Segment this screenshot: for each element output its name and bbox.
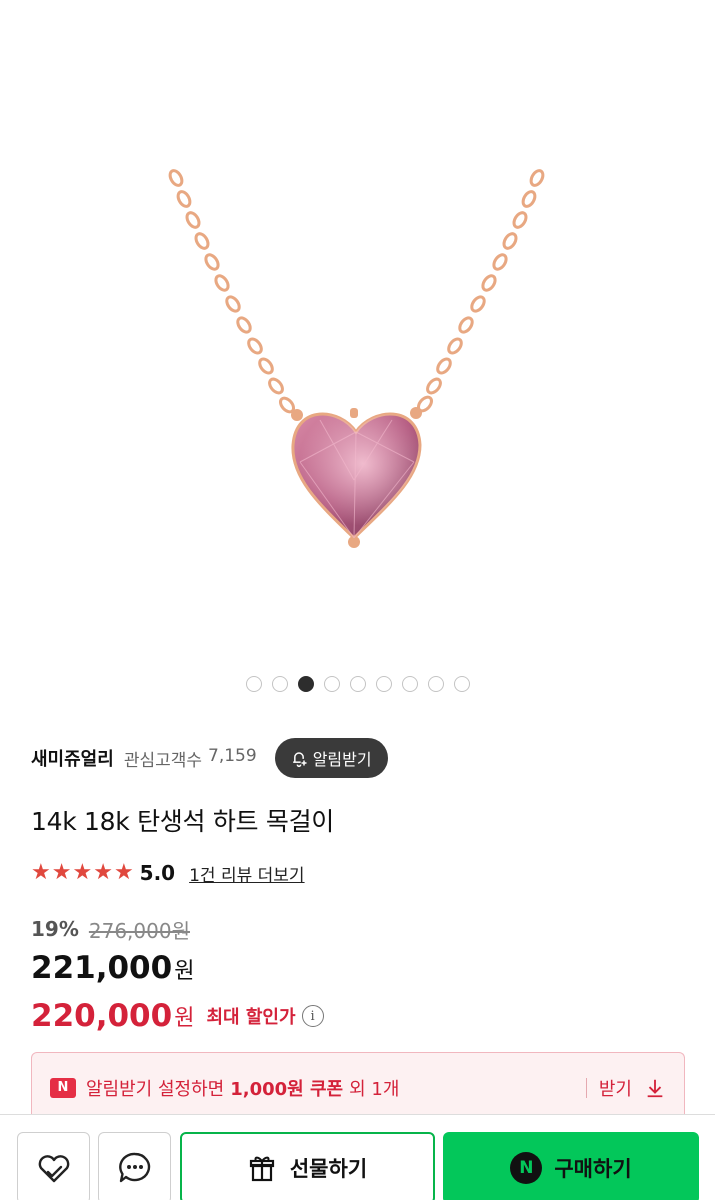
carousel-dot[interactable]: [245, 676, 262, 692]
coupon-banner[interactable]: N 알림받기 설정하면 1,000원 쿠폰 외 1개 받기: [31, 1052, 685, 1122]
sale-price: 221,000 원: [31, 950, 324, 990]
watchers-label: 관심고객수: [123, 750, 203, 771]
bottom-action-bar: 선물하기 N 구매하기: [0, 1114, 715, 1200]
coupon-text: 알림받기 설정하면 1,000원 쿠폰 외 1개: [86, 1075, 399, 1101]
product-title: 14k 18k 탄생석 하트 목걸이: [31, 807, 334, 836]
necklace-photo: [168, 169, 545, 548]
rating-row: ★ ★ ★ ★ ★ 5.0 1건 리뷰 더보기: [31, 858, 305, 888]
star-icon: ★: [51, 860, 72, 885]
wish-button[interactable]: [17, 1132, 90, 1200]
discount-row: 19% 276,000원: [31, 914, 324, 944]
original-price: 276,000원: [88, 918, 190, 943]
seller-row: 새미쥬얼리 관심고객수 7,159 알림받기: [31, 738, 388, 778]
naver-pay-badge: N: [510, 1152, 543, 1184]
star-rating: ★ ★ ★ ★ ★: [31, 862, 134, 884]
chat-bubble-icon: [118, 1152, 150, 1183]
price-block: 19% 276,000원 221,000 원 220,000 원 최대 할인가 …: [31, 914, 324, 1038]
review-link[interactable]: 1건 리뷰 더보기: [189, 861, 304, 886]
alarm-button[interactable]: 알림받기: [274, 738, 388, 778]
coupon-text-prefix: 알림받기 설정하면: [86, 1078, 225, 1100]
carousel-indicator[interactable]: [0, 676, 715, 692]
rating-score: 5.0: [139, 861, 176, 885]
coupon-download-button[interactable]: 받기: [585, 1075, 666, 1101]
discount-rate: 19%: [31, 917, 79, 941]
alarm-label: 알림받기: [312, 750, 372, 769]
star-icon: ★: [31, 860, 51, 885]
carousel-dot[interactable]: [323, 676, 340, 692]
star-icon: ★: [93, 860, 113, 885]
star-icon: ★: [72, 860, 93, 885]
carousel-dot[interactable]: [427, 676, 444, 692]
carousel-dot[interactable]: [453, 676, 470, 692]
info-icon[interactable]: i: [301, 1005, 324, 1027]
download-icon: [647, 1079, 663, 1097]
carousel-dot[interactable]: [297, 676, 314, 692]
naver-n-badge: N: [50, 1077, 76, 1098]
best-price: 220,000 원 최대 할인가 i: [31, 994, 324, 1038]
seller-name[interactable]: 새미쥬얼리: [31, 745, 114, 771]
best-price-unit: 원: [174, 1006, 195, 1031]
carousel-dot[interactable]: [349, 676, 366, 692]
best-price-number: 220,000: [31, 998, 173, 1034]
gift-button[interactable]: 선물하기: [180, 1132, 435, 1200]
sale-price-unit: 원: [174, 959, 195, 984]
best-price-label: 최대 할인가: [206, 1007, 296, 1028]
gift-icon: [249, 1156, 274, 1182]
coupon-action-label: 받기: [598, 1078, 632, 1100]
product-image[interactable]: [0, 0, 715, 665]
carousel-dot[interactable]: [375, 676, 392, 692]
heart-icon: [38, 1155, 69, 1183]
buy-button[interactable]: N 구매하기: [443, 1132, 699, 1200]
coupon-divider: [585, 1077, 587, 1098]
coupon-text-bold: 1,000원 쿠폰: [230, 1078, 344, 1100]
buy-label: 구매하기: [554, 1157, 632, 1181]
bell-plus-icon: [292, 752, 307, 768]
watchers-value: 7,159: [208, 745, 257, 766]
star-icon: ★: [113, 860, 134, 885]
carousel-dot[interactable]: [401, 676, 418, 692]
coupon-text-suffix: 외 1개: [349, 1078, 400, 1100]
chat-button[interactable]: [98, 1132, 171, 1200]
sale-price-number: 221,000: [31, 950, 173, 986]
gift-label: 선물하기: [289, 1157, 368, 1181]
watchers-count: 관심고객수 7,159: [124, 746, 257, 771]
carousel-dot[interactable]: [271, 676, 288, 692]
